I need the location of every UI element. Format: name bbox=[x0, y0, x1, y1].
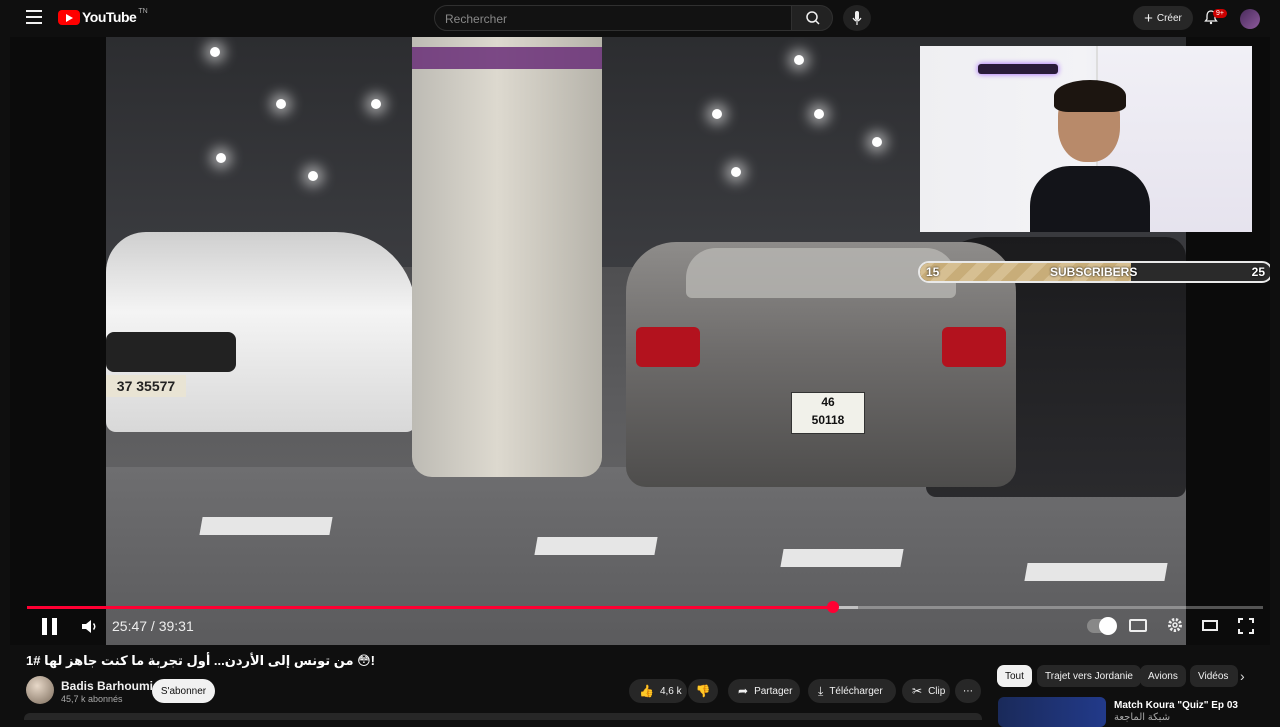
scene-light bbox=[371, 99, 381, 109]
search-box bbox=[434, 5, 792, 32]
logo-text: YouTube bbox=[82, 9, 137, 25]
download-label: Télécharger bbox=[829, 685, 883, 697]
subtitles-icon[interactable] bbox=[1129, 619, 1147, 632]
scene-light bbox=[210, 47, 220, 57]
clip-label: Clip bbox=[928, 685, 946, 697]
subscribe-button[interactable]: S'abonner bbox=[152, 679, 215, 703]
share-button[interactable]: ➦ Partager bbox=[728, 679, 800, 703]
concrete-pillar bbox=[412, 37, 602, 477]
plus-icon: + bbox=[1144, 9, 1153, 27]
chevron-right-icon[interactable]: › bbox=[1240, 668, 1245, 684]
progress-played bbox=[27, 606, 833, 609]
streamer bbox=[1030, 80, 1150, 232]
scissors-icon: ✂ bbox=[912, 684, 923, 698]
time-display: 25:47 / 39:31 bbox=[112, 618, 194, 634]
recommendation-channel: شبكة الماجعة bbox=[1114, 712, 1171, 723]
white-car-plate: 37 35577 bbox=[106, 375, 186, 397]
logo-country-code: TN bbox=[138, 7, 148, 15]
scene-light bbox=[308, 171, 318, 181]
scene-light bbox=[731, 167, 741, 177]
share-label: Partager bbox=[754, 685, 793, 697]
recommendation-title[interactable]: Match Koura "Quiz" Ep 03 bbox=[1114, 700, 1238, 711]
plate-bottom-text: 50118 bbox=[811, 413, 845, 427]
channel-subscribers: 45,7 k abonnés bbox=[61, 694, 123, 704]
tail-light bbox=[636, 327, 700, 367]
subscriber-goal: 25 bbox=[1251, 265, 1265, 279]
volume-icon[interactable] bbox=[81, 618, 99, 635]
rear-window bbox=[686, 248, 956, 298]
chip-planes[interactable]: Avions bbox=[1140, 665, 1186, 687]
share-icon: ➦ bbox=[738, 684, 749, 698]
youtube-logo[interactable]: YouTube TN bbox=[58, 7, 148, 25]
notification-badge: 9+ bbox=[1213, 9, 1227, 18]
download-button[interactable]: ⤓ Télécharger bbox=[808, 679, 896, 703]
streamer-hair bbox=[1054, 80, 1126, 112]
chip-all[interactable]: Tout bbox=[997, 665, 1032, 687]
car-grille bbox=[106, 332, 236, 372]
recommendation-thumbnail[interactable] bbox=[998, 697, 1106, 727]
parking-stripe bbox=[534, 537, 658, 555]
scene-light bbox=[276, 99, 286, 109]
channel-avatar[interactable] bbox=[26, 676, 54, 704]
webcam-overlay bbox=[920, 46, 1252, 232]
subscriber-goal-bar: 15 SUBSCRIBERS 25 bbox=[918, 261, 1270, 283]
plate-top-text: 46 bbox=[821, 395, 835, 409]
progress-scrubber[interactable] bbox=[826, 601, 839, 613]
grey-car-plate: 46 50118 bbox=[791, 392, 865, 434]
dislike-button[interactable]: 👎 bbox=[688, 679, 718, 703]
voice-search-button[interactable] bbox=[843, 5, 871, 31]
video-title: من تونس إلى الأردن... أول تجربة ما كنت ج… bbox=[26, 653, 376, 668]
progress-bar[interactable] bbox=[27, 601, 1263, 613]
subscriber-count: 15 bbox=[926, 265, 940, 279]
video-player[interactable]: 37 35577 46 50118 15 SUBSCRIBERS 25 25:4… bbox=[10, 37, 1270, 645]
create-label: Créer bbox=[1156, 12, 1182, 24]
chip-videos[interactable]: Vidéos bbox=[1190, 665, 1238, 687]
description-box[interactable] bbox=[24, 713, 982, 720]
subscriber-label: SUBSCRIBERS bbox=[1050, 265, 1138, 279]
download-icon: ⤓ bbox=[818, 683, 824, 698]
youtube-play-icon bbox=[58, 9, 80, 25]
scene-light bbox=[872, 137, 882, 147]
channel-name[interactable]: Badis Barhoumi bbox=[61, 679, 153, 693]
create-button[interactable]: + Créer bbox=[1133, 6, 1193, 30]
more-actions-button[interactable]: ⋯ bbox=[955, 679, 981, 703]
scene-light bbox=[712, 109, 722, 119]
parking-stripe bbox=[1024, 563, 1168, 581]
parking-stripe bbox=[199, 517, 333, 535]
theater-mode-icon[interactable] bbox=[1202, 620, 1218, 631]
tail-light bbox=[942, 327, 1006, 367]
wall-decoration bbox=[978, 64, 1058, 74]
scene-light bbox=[814, 109, 824, 119]
like-button[interactable]: 👍 4,6 k bbox=[629, 679, 687, 703]
search-input[interactable] bbox=[435, 6, 767, 32]
fullscreen-icon[interactable] bbox=[1238, 618, 1254, 634]
scene-light bbox=[216, 153, 226, 163]
microphone-icon bbox=[852, 11, 862, 25]
thumbs-down-icon: 👎 bbox=[695, 684, 711, 698]
settings-gear-icon[interactable] bbox=[1167, 617, 1183, 633]
thumbs-up-icon: 👍 bbox=[639, 684, 654, 698]
more-icon: ⋯ bbox=[963, 685, 973, 697]
scene-light bbox=[794, 55, 804, 65]
top-bar: YouTube TN + Créer 9+ bbox=[0, 0, 1280, 37]
autoplay-toggle[interactable] bbox=[1087, 617, 1117, 635]
pillar-band bbox=[412, 47, 602, 69]
pause-icon[interactable] bbox=[42, 618, 58, 635]
parking-stripe bbox=[780, 549, 904, 567]
like-count: 4,6 k bbox=[659, 685, 682, 697]
search-button[interactable] bbox=[791, 5, 833, 31]
account-avatar[interactable] bbox=[1240, 9, 1260, 29]
search-icon bbox=[806, 11, 820, 25]
streamer-body bbox=[1030, 166, 1150, 232]
clip-button[interactable]: ✂ Clip bbox=[902, 679, 950, 703]
chip-jordan-trip[interactable]: Trajet vers Jordanie bbox=[1037, 665, 1141, 687]
white-car: 37 35577 bbox=[106, 232, 416, 432]
hamburger-menu-icon[interactable] bbox=[26, 10, 42, 24]
